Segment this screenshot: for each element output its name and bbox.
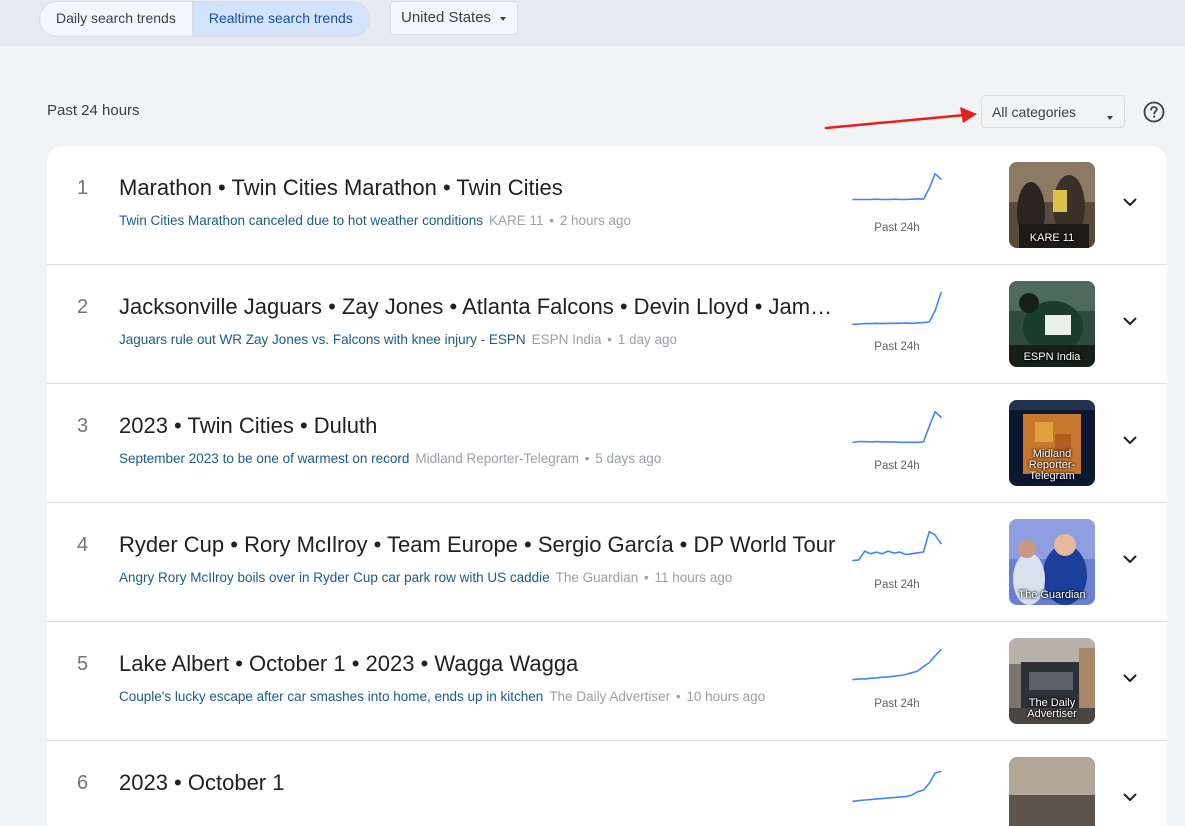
tab-realtime-search-trends[interactable]: Realtime search trends [191, 2, 369, 36]
article-separator: • [545, 213, 558, 228]
article-time-ago: 5 days ago [595, 451, 662, 466]
article-source: The Daily Advertiser [549, 689, 671, 704]
trend-title[interactable]: Ryder Cup • Rory McIlroy • Team Europe •… [119, 532, 837, 558]
article-source: ESPN India [531, 332, 602, 347]
trend-sparkline [852, 291, 942, 326]
sparkline-path [852, 770, 942, 803]
sparkline-label: Past 24h [874, 698, 920, 710]
category-dropdown[interactable]: All categories [981, 95, 1125, 128]
article-thumbnail[interactable] [1009, 757, 1095, 826]
trend-article: September 2023 to be one of warmest on r… [119, 451, 837, 466]
trend-title[interactable]: 2023 • Twin Cities • Duluth [119, 413, 837, 439]
article-thumbnail[interactable]: Midland Reporter-Telegram [1009, 400, 1095, 486]
article-link[interactable]: Jaguars rule out WR Zay Jones vs. Falcon… [119, 332, 526, 347]
article-link[interactable]: Twin Cities Marathon canceled due to hot… [119, 213, 483, 228]
trend-rank: 6 [77, 772, 89, 794]
chevron-down-icon[interactable] [1121, 312, 1139, 330]
chevron-down-icon[interactable] [1121, 669, 1139, 687]
thumbnail-source-label: ESPN India [1023, 351, 1081, 363]
article-separator: • [640, 570, 653, 585]
article-time-ago: 10 hours ago [686, 689, 766, 704]
sparkline-label: Past 24h [874, 341, 920, 353]
article-thumbnail[interactable]: The Daily Advertiser [1009, 638, 1095, 724]
article-source: KARE 11 [488, 213, 544, 228]
trend-article: Angry Rory McIlroy boils over in Ryder C… [119, 570, 837, 585]
sparkline-path [852, 291, 942, 326]
tab-daily-search-trends[interactable]: Daily search trends [40, 2, 192, 36]
article-separator: • [581, 451, 594, 466]
top-bar: Daily search trends Realtime search tren… [0, 0, 1185, 46]
article-separator: • [603, 332, 616, 347]
sparkline-path [852, 172, 942, 201]
trend-sparkline [852, 530, 942, 562]
trend-title[interactable]: Lake Albert • October 1 • 2023 • Wagga W… [119, 651, 837, 677]
trend-row[interactable]: 2 Jacksonville Jaguars • Zay Jones • Atl… [47, 265, 1167, 384]
chevron-down-icon[interactable] [1121, 193, 1139, 211]
sparkline-label: Past 24h [874, 579, 920, 591]
trend-sparkline [852, 172, 942, 201]
thumbnail-source-label: The Guardian [1018, 589, 1086, 601]
trend-row[interactable]: 1 Marathon • Twin Cities Marathon • Twin… [47, 146, 1167, 265]
trend-sparkline [852, 770, 942, 803]
chevron-down-icon[interactable] [1121, 550, 1139, 568]
chevron-down-icon[interactable] [1121, 788, 1139, 806]
chevron-down-icon[interactable] [1121, 431, 1139, 449]
thumbnail-image [1009, 757, 1095, 826]
category-label: All categories [992, 104, 1077, 120]
time-period-label: Past 24 hours [47, 102, 140, 119]
trend-rank: 5 [77, 653, 89, 675]
article-source: Midland Reporter-Telegram [415, 451, 579, 466]
sparkline-path [852, 410, 942, 444]
thumbnail-source-label: The Daily Advertiser [1027, 697, 1077, 720]
article-source: The Guardian [555, 570, 639, 585]
trend-rank: 2 [77, 296, 89, 318]
trend-row[interactable]: 5 Lake Albert • October 1 • 2023 • Wagga… [47, 622, 1167, 741]
dropdown-caret-icon [1107, 116, 1113, 120]
dropdown-caret-icon [500, 17, 507, 21]
trend-title[interactable]: Marathon • Twin Cities Marathon • Twin C… [119, 175, 837, 201]
sparkline-label: Past 24h [874, 460, 920, 472]
article-separator: • [672, 689, 685, 704]
trend-rank: 4 [77, 534, 89, 556]
trend-article [119, 808, 837, 823]
trend-rank: 3 [77, 415, 89, 437]
thumbnail-source-label: Midland Reporter-Telegram [1028, 448, 1076, 482]
article-link[interactable]: September 2023 to be one of warmest on r… [119, 451, 409, 466]
trend-sparkline [852, 648, 942, 681]
trend-article: Twin Cities Marathon canceled due to hot… [119, 213, 837, 228]
trend-title[interactable]: 2023 • October 1 [119, 770, 837, 796]
sparkline-path [852, 530, 942, 562]
trend-rank: 1 [77, 177, 89, 199]
country-dropdown[interactable]: United States [390, 1, 519, 35]
country-label: United States [401, 9, 492, 26]
article-thumbnail[interactable]: ESPN India [1009, 281, 1095, 367]
trend-row[interactable]: 6 2023 • October 1 [47, 741, 1167, 826]
trend-mode-toggle: Daily search trends Realtime search tren… [39, 1, 370, 37]
trend-row[interactable]: 4 Ryder Cup • Rory McIlroy • Team Europe… [47, 503, 1167, 622]
help-circle-icon[interactable] [1143, 101, 1165, 123]
trend-row[interactable]: 3 2023 • Twin Cities • Duluth September … [47, 384, 1167, 503]
article-time-ago: 2 hours ago [559, 213, 632, 228]
thumbnail-source-label: KARE 11 [1029, 232, 1075, 244]
trends-list: 1 Marathon • Twin Cities Marathon • Twin… [47, 146, 1167, 826]
article-time-ago: 11 hours ago [654, 570, 733, 585]
sparkline-path [852, 648, 942, 681]
sparkline-label: Past 24h [874, 222, 920, 234]
annotation-arrow-icon [824, 107, 977, 130]
article-thumbnail[interactable]: The Guardian [1009, 519, 1095, 605]
article-link[interactable]: Angry Rory McIlroy boils over in Ryder C… [119, 570, 550, 585]
article-link[interactable]: Couple's lucky escape after car smashes … [119, 689, 543, 704]
article-time-ago: 1 day ago [617, 332, 677, 347]
trend-sparkline [852, 410, 942, 444]
article-thumbnail[interactable]: KARE 11 [1009, 162, 1095, 248]
trend-article: Jaguars rule out WR Zay Jones vs. Falcon… [119, 332, 837, 347]
trend-article: Couple's lucky escape after car smashes … [119, 689, 837, 704]
trend-title[interactable]: Jacksonville Jaguars • Zay Jones • Atlan… [119, 294, 837, 320]
